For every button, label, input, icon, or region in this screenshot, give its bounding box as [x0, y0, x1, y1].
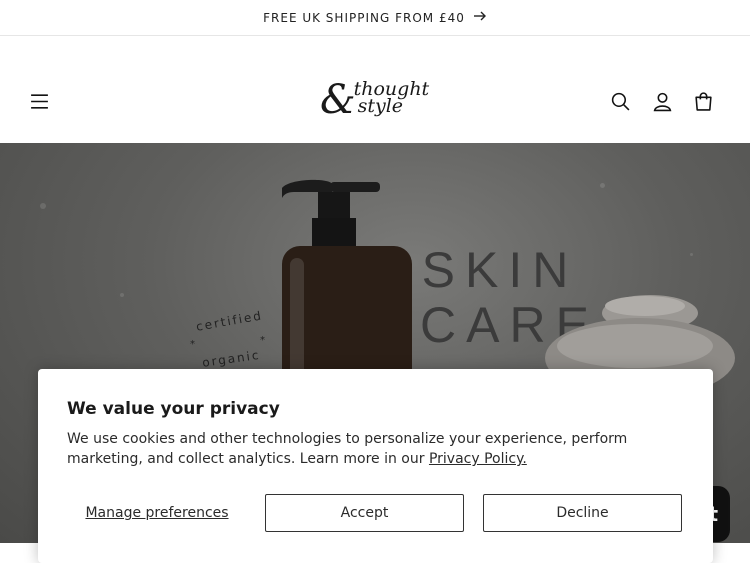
badge-top-text: certified: [195, 308, 264, 334]
site-header: & thought style: [0, 37, 750, 143]
announcement-bar[interactable]: FREE UK SHIPPING FROM £40: [0, 0, 750, 36]
cookie-consent-banner: We value your privacy We use cookies and…: [38, 369, 713, 563]
search-button[interactable]: [608, 89, 632, 113]
hamburger-menu-icon: [30, 93, 48, 109]
svg-text:*: *: [260, 335, 265, 346]
accept-button[interactable]: Accept: [265, 494, 464, 532]
decline-button[interactable]: Decline: [483, 494, 682, 532]
announcement-text: FREE UK SHIPPING FROM £40: [263, 10, 465, 25]
logo-line-2: style: [357, 95, 404, 117]
cookie-banner-text: We use cookies and other technologies to…: [67, 429, 687, 469]
account-button[interactable]: [650, 89, 674, 113]
logo-ampersand: &: [320, 77, 356, 123]
cookie-actions: Manage preferences Accept Decline: [67, 494, 684, 532]
manage-preferences-button[interactable]: Manage preferences: [67, 494, 247, 532]
site-logo[interactable]: & thought style: [320, 78, 432, 122]
cookie-banner-title: We value your privacy: [67, 399, 280, 419]
badge-bottom-text: organic: [201, 348, 261, 370]
menu-button[interactable]: [27, 89, 51, 113]
arrow-right-icon: [473, 9, 487, 26]
privacy-policy-link[interactable]: Privacy Policy.: [429, 451, 527, 467]
shopping-bag-icon: [694, 91, 712, 111]
user-icon: [653, 92, 671, 111]
cookie-banner-body: We use cookies and other technologies to…: [67, 431, 628, 467]
certified-organic-badge: certified organic * *: [190, 308, 265, 370]
svg-text:*: *: [190, 339, 195, 350]
search-icon: [611, 92, 629, 110]
cart-button[interactable]: [691, 89, 715, 113]
logo-words: thought style: [354, 80, 430, 117]
